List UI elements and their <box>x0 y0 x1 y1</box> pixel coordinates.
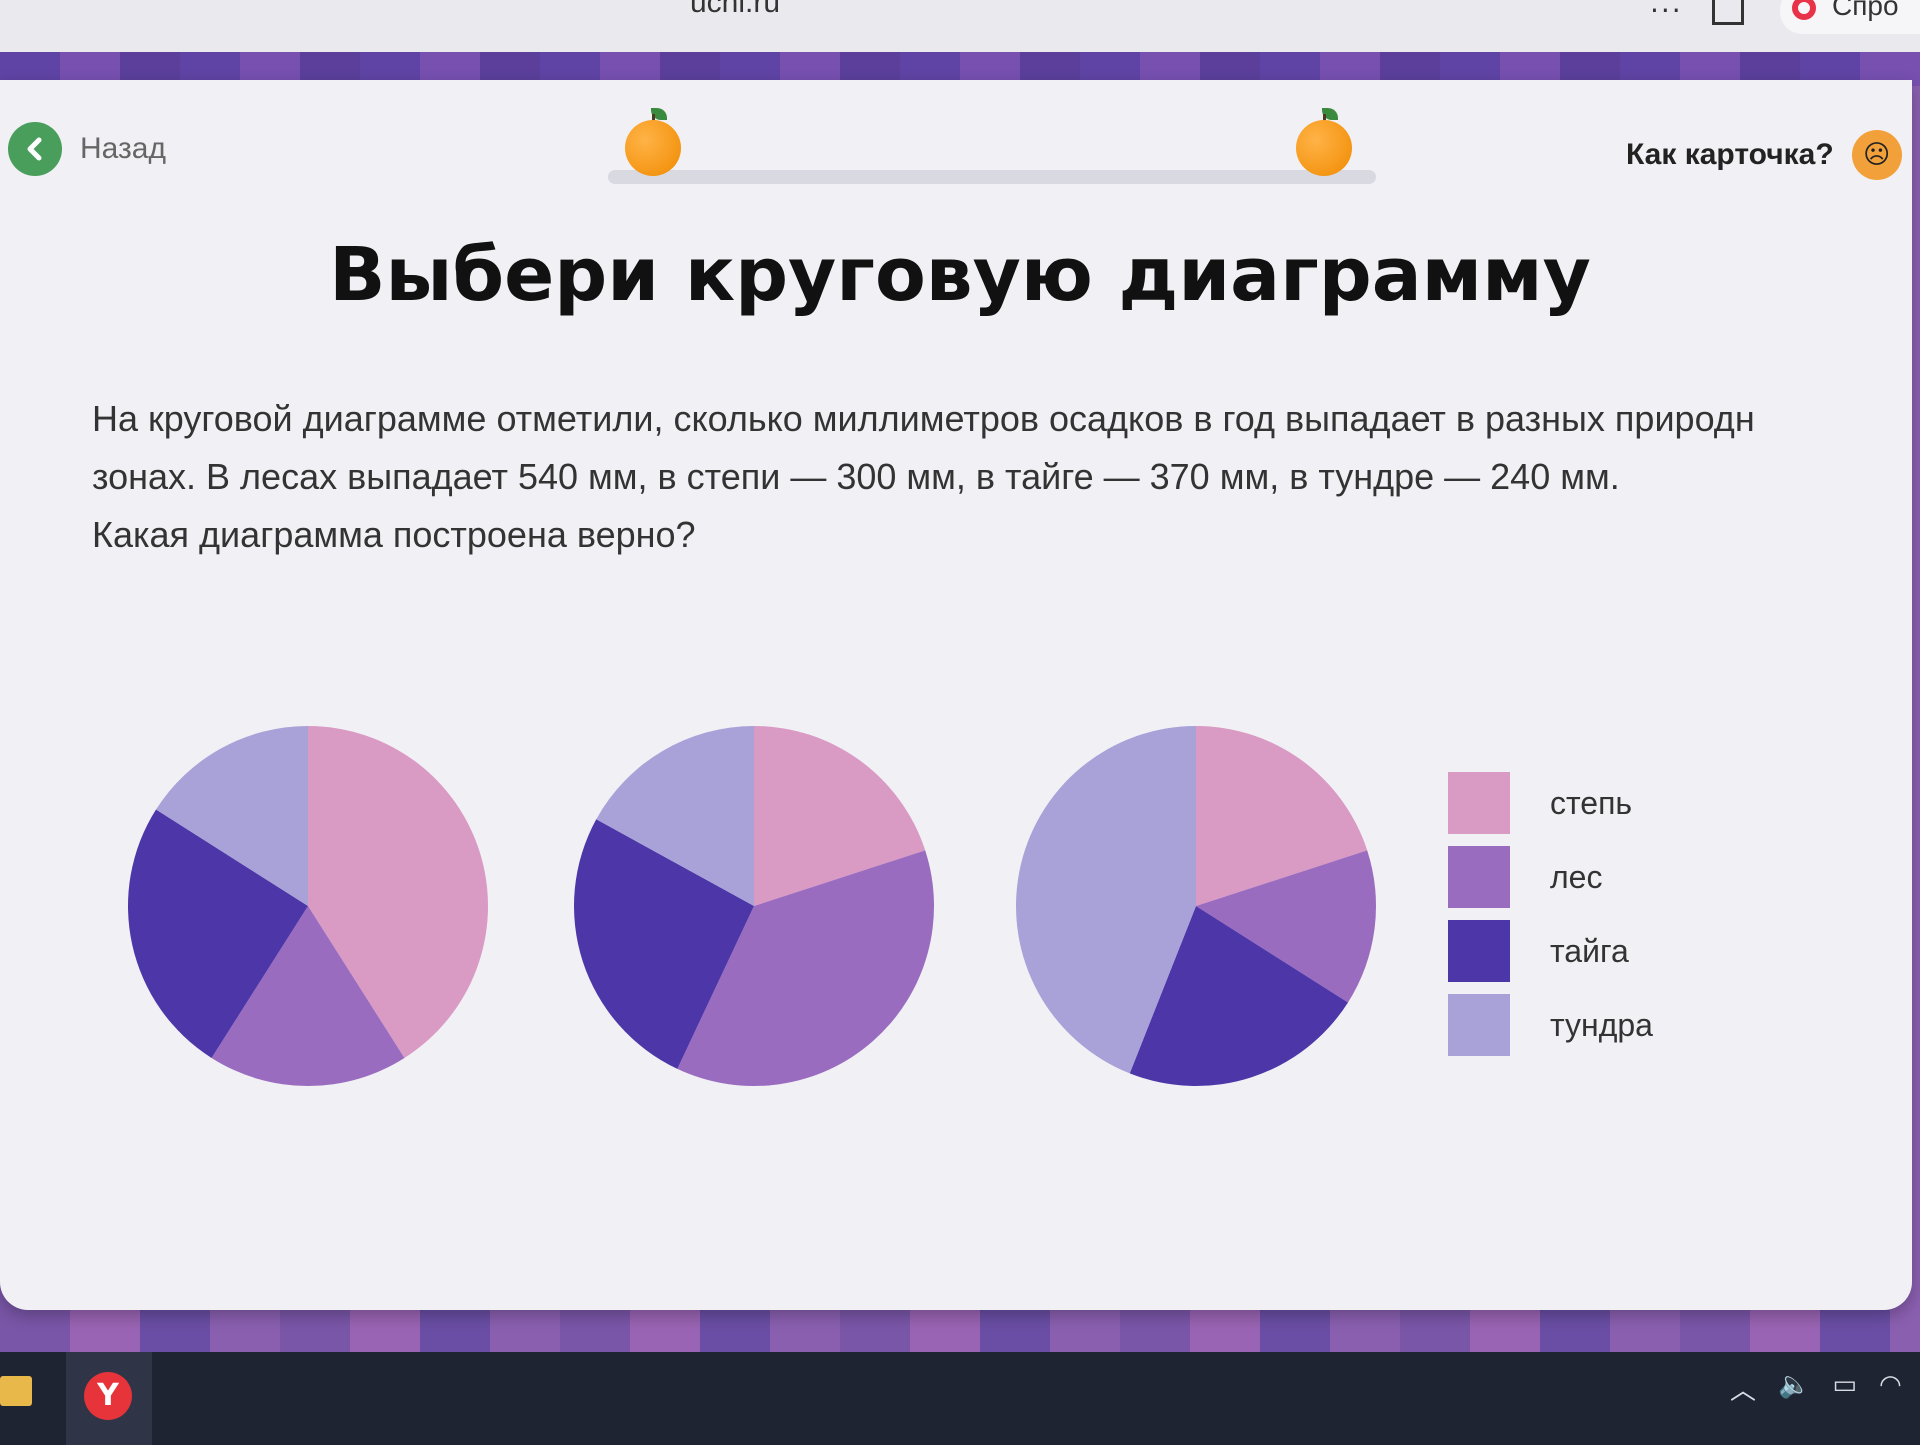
pie-chart-2 <box>574 726 935 1086</box>
pie-chart-3 <box>1015 726 1376 1086</box>
chevron-up-icon[interactable]: ︿ <box>1730 1370 1756 1407</box>
legend-item: тундра <box>1448 994 1653 1056</box>
legend-item: лес <box>1448 846 1602 908</box>
folder-icon[interactable] <box>0 1376 32 1406</box>
question-line-3: Какая диаграмма построена верно? <box>92 514 696 555</box>
legend-item: степь <box>1448 772 1632 834</box>
battery-icon[interactable]: ▭ <box>1832 1370 1857 1407</box>
pie-option-3[interactable] <box>1010 720 1382 1092</box>
back-button[interactable]: Назад <box>8 122 166 176</box>
bookmark-icon[interactable] <box>1712 0 1744 25</box>
legend-swatch <box>1448 994 1510 1056</box>
browser-tab[interactable]: Спро <box>1780 0 1920 34</box>
legend-label: тундра <box>1550 1006 1653 1043</box>
pie-option-1[interactable] <box>122 720 494 1092</box>
yandex-browser-icon: Y <box>84 1372 132 1420</box>
orange-icon-start <box>625 108 683 176</box>
volume-icon[interactable]: 🔈 <box>1778 1370 1810 1407</box>
legend-item: тайга <box>1448 920 1629 982</box>
address-bar[interactable]: uchi.ru <box>690 0 780 20</box>
taskbar: Y ︿ 🔈 ▭ ◠ <box>0 1352 1920 1445</box>
question-line-2: зонах. В лесах выпадает 540 мм, в степи … <box>92 456 1620 497</box>
pie-chart-1 <box>128 726 489 1086</box>
pie-option-2[interactable] <box>568 720 940 1092</box>
feedback-button[interactable]: Как карточка? ☹ <box>1626 130 1902 180</box>
page-title: Выбери круговую диаграмму <box>329 232 1591 318</box>
sad-face-icon: ☹ <box>1851 130 1902 180</box>
question-text: На круговой диаграмме отметили, сколько … <box>92 390 1892 564</box>
orange-icon-end <box>1296 108 1354 176</box>
opera-icon <box>1792 0 1816 20</box>
wifi-icon[interactable]: ◠ <box>1879 1370 1902 1407</box>
task-card: Назад Как карточка? ☹ Выбери круговую ди… <box>0 80 1912 1310</box>
legend-label: степь <box>1550 784 1633 821</box>
more-icon[interactable]: ··· <box>1650 0 1683 27</box>
legend-swatch <box>1448 920 1510 982</box>
browser-toolbar: uchi.ru ··· Спро <box>0 0 1920 53</box>
feedback-label: Как карточка? <box>1626 138 1834 171</box>
legend-swatch <box>1448 772 1510 834</box>
question-line-1: На круговой диаграмме отметили, сколько … <box>92 398 1755 439</box>
taskbar-browser-button[interactable]: Y <box>66 1352 152 1445</box>
system-tray: ︿ 🔈 ▭ ◠ <box>1730 1370 1902 1407</box>
chevron-left-icon <box>8 122 62 176</box>
browser-tab-label: Спро <box>1832 0 1899 21</box>
legend-swatch <box>1448 846 1510 908</box>
legend-label: лес <box>1550 858 1603 895</box>
back-label: Назад <box>80 132 166 165</box>
progress-track <box>608 170 1376 184</box>
legend-label: тайга <box>1550 932 1629 969</box>
